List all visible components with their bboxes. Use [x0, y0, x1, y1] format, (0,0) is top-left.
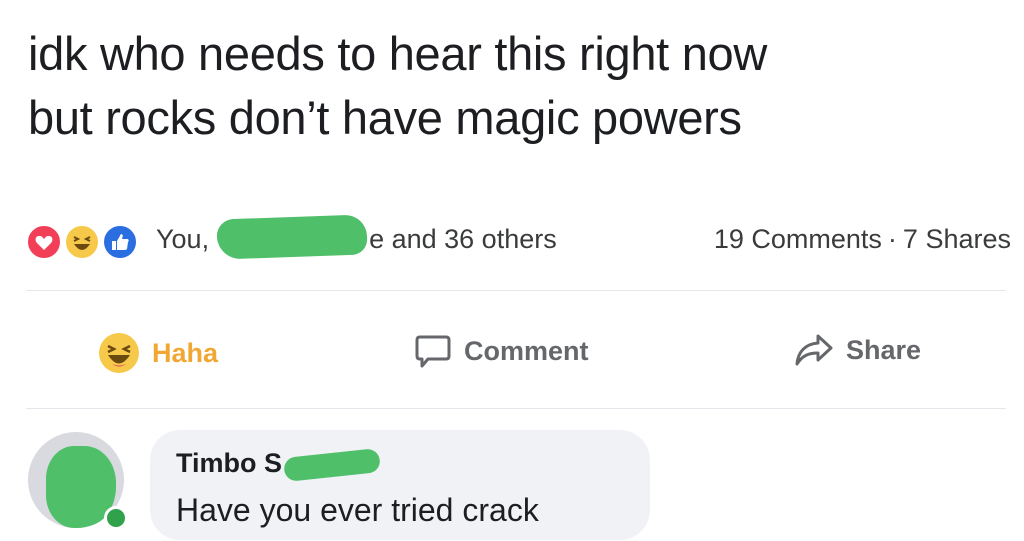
haha-icon: [64, 224, 100, 260]
share-icon: [794, 332, 834, 368]
reacted-by-prefix: You,: [156, 224, 210, 254]
love-icon: [26, 224, 62, 260]
comment-author[interactable]: Timbo S: [176, 447, 382, 482]
comments-count-link[interactable]: 19 Comments: [714, 224, 882, 254]
comment-bubble: Timbo S Have you ever tried crack: [150, 430, 650, 540]
post-text-line-1: idk who needs to hear this right now: [28, 27, 768, 80]
shares-count-link[interactable]: 7 Shares: [903, 224, 1011, 254]
share-button[interactable]: Share: [794, 332, 921, 368]
comment-label: Comment: [464, 335, 589, 366]
like-icon: [102, 224, 138, 260]
share-label: Share: [846, 334, 922, 365]
stats-separator: ·: [887, 224, 897, 254]
reacted-by-suffix: e and 36 others: [369, 224, 557, 254]
redaction-mark: [216, 214, 368, 260]
action-bar: Haha Comment Share: [26, 304, 1011, 404]
comment-text: Have you ever tried crack: [176, 492, 539, 528]
redaction-mark: [283, 447, 382, 482]
divider: [26, 408, 1006, 409]
post-text-line-2: but rocks don’t have magic powers: [28, 91, 742, 144]
reaction-icons[interactable]: [26, 224, 151, 260]
comment: Timbo S Have you ever tried crack: [26, 428, 1006, 541]
facebook-post: idk who needs to hear this right now but…: [0, 0, 1024, 541]
divider: [26, 290, 1006, 291]
haha-label: Haha: [152, 337, 219, 368]
haha-button[interactable]: Haha: [98, 332, 218, 374]
post-text: idk who needs to hear this right now but…: [28, 22, 767, 150]
reactions-summary: You, e and 36 others 19 Comments · 7 Shares: [26, 214, 1011, 266]
haha-icon: [98, 332, 140, 374]
reacted-by[interactable]: You, e and 36 others: [156, 214, 557, 260]
comment-author-name: Timbo S: [176, 448, 283, 478]
post-stats: 19 Comments · 7 Shares: [714, 224, 1011, 255]
comment-button[interactable]: Comment: [414, 332, 589, 370]
online-status-dot: [104, 506, 128, 530]
comment-icon: [414, 332, 452, 370]
